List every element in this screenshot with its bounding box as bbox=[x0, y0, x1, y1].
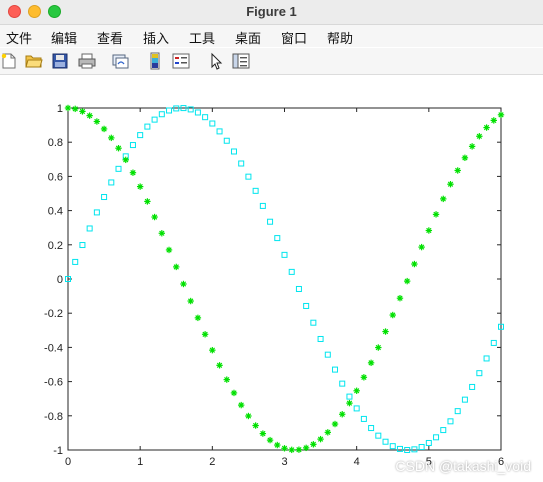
cos-point bbox=[223, 376, 230, 383]
cos-point bbox=[425, 227, 433, 234]
y-tick-label: -0.6 bbox=[44, 377, 63, 389]
x-tick-label: 0 bbox=[65, 456, 71, 468]
y-tick-label: 0.8 bbox=[48, 137, 63, 149]
x-tick-label: 4 bbox=[354, 456, 360, 468]
y-tick-label: 0 bbox=[57, 274, 63, 286]
cos-point bbox=[165, 246, 173, 254]
cos-point bbox=[490, 117, 497, 124]
cos-point bbox=[108, 134, 115, 142]
y-tick-label: -1 bbox=[53, 445, 63, 457]
cos-point bbox=[201, 331, 209, 338]
cos-point bbox=[144, 198, 151, 205]
cos-point bbox=[403, 277, 411, 285]
y-tick-label: -0.2 bbox=[44, 308, 63, 320]
cos-point bbox=[353, 387, 360, 394]
y-tick-label: 1 bbox=[57, 103, 63, 115]
cos-point bbox=[432, 211, 440, 218]
cos-point bbox=[396, 294, 404, 302]
cos-point bbox=[180, 280, 187, 288]
y-tick-label: -0.8 bbox=[44, 411, 63, 423]
y-tick-label: -0.4 bbox=[44, 342, 63, 354]
cos-point bbox=[476, 133, 483, 140]
cos-point bbox=[324, 429, 331, 436]
cos-point bbox=[209, 346, 216, 354]
cos-point bbox=[100, 125, 108, 133]
figure-window: Figure 1 文件 编辑 查看 插入 工具 桌面 窗口 帮助 0 1 2 3… bbox=[0, 0, 543, 482]
cos-point bbox=[93, 118, 101, 125]
cos-point bbox=[259, 430, 267, 437]
x-tick-label: 1 bbox=[137, 456, 143, 468]
cos-point bbox=[367, 359, 375, 367]
y-tick-label: 0.4 bbox=[48, 206, 63, 218]
y-tick-label: 0.2 bbox=[48, 240, 63, 252]
cos-point bbox=[64, 104, 72, 112]
cos-point bbox=[375, 344, 382, 351]
x-tick-label: 3 bbox=[281, 456, 287, 468]
plot-axes[interactable]: 0 1 2 3 4 5 6-1-0.8-0.6-0.4-0.200.20.40.60.81 bbox=[0, 0, 543, 482]
cos-point bbox=[173, 263, 180, 271]
x-tick-label: 2 bbox=[209, 456, 215, 468]
cos-point bbox=[245, 412, 252, 420]
cos-point bbox=[136, 183, 144, 190]
axes-box bbox=[67, 107, 502, 451]
y-tick-label: 0.6 bbox=[48, 171, 63, 183]
watermark-text: CSDN @takashi_void bbox=[395, 458, 531, 474]
cos-point bbox=[122, 156, 129, 164]
cos-point bbox=[461, 154, 469, 162]
cos-point bbox=[158, 230, 166, 237]
cos-point bbox=[346, 399, 353, 407]
cos-point bbox=[411, 260, 418, 268]
